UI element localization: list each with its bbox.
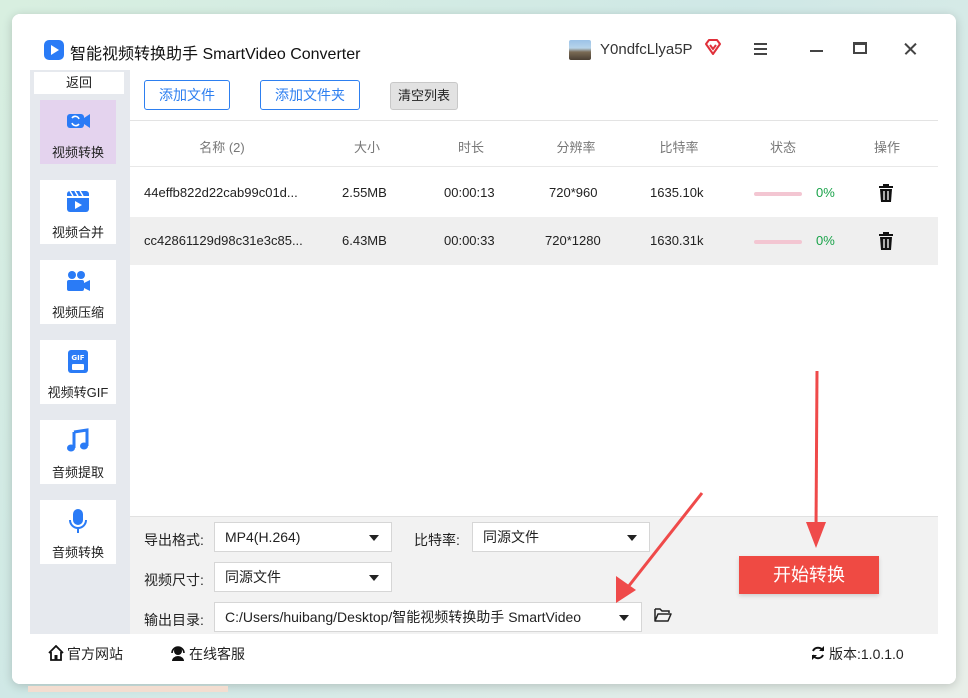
file-name: 44effb822d22cab99c01d... bbox=[144, 185, 298, 200]
size-label: 视频尺寸: bbox=[144, 572, 204, 588]
version-label: 版本:1.0.1.0 bbox=[829, 646, 904, 662]
sidebar-item-label: 音频转换 bbox=[51, 545, 104, 560]
official-website-link[interactable]: 官方网站 bbox=[48, 644, 123, 664]
format-label: 导出格式: bbox=[144, 532, 204, 548]
headset-icon bbox=[171, 646, 185, 661]
maximize-button[interactable] bbox=[848, 36, 874, 62]
bitrate-select[interactable]: 同源文件 bbox=[472, 522, 650, 552]
sidebar-item-label: 视频转GIF bbox=[47, 385, 109, 400]
progress-bar bbox=[754, 192, 802, 196]
background-strip bbox=[28, 686, 228, 692]
column-status: 状态 bbox=[769, 140, 796, 155]
chevron-down-icon bbox=[369, 535, 379, 541]
file-resolution: 720*960 bbox=[549, 185, 598, 200]
title-bar: 智能视频转换助手 SmartVideo Converter Y0ndfcLlya… bbox=[12, 14, 956, 70]
sidebar-item-audio-convert[interactable]: 音频转换 bbox=[40, 500, 116, 564]
progress-bar bbox=[754, 240, 802, 244]
output-dir-select[interactable]: C:/Users/huibang/Desktop/智能视频转换助手 SmartV… bbox=[214, 602, 642, 632]
support-label: 在线客服 bbox=[189, 646, 245, 662]
website-label: 官方网站 bbox=[67, 646, 123, 662]
column-resolution: 分辨率 bbox=[556, 140, 596, 155]
table-header: 名称 (2) 大小 时长 分辨率 比特率 状态 操作 bbox=[130, 121, 938, 167]
sidebar-item-label: 视频合并 bbox=[51, 225, 104, 240]
bitrate-label: 比特率: bbox=[414, 532, 460, 548]
refresh-icon bbox=[812, 646, 824, 660]
file-size: 2.55MB bbox=[342, 185, 387, 200]
table-row[interactable]: 44effb822d22cab99c01d... 2.55MB 00:00:13… bbox=[130, 169, 938, 217]
username[interactable]: Y0ndfcLlya5P bbox=[600, 41, 693, 58]
vip-diamond-icon[interactable] bbox=[704, 38, 722, 56]
start-convert-button[interactable]: 开始转换 bbox=[739, 556, 879, 594]
home-icon bbox=[48, 645, 64, 661]
progress-percent: 0% bbox=[816, 233, 835, 248]
menu-button[interactable] bbox=[748, 36, 774, 62]
online-support-link[interactable]: 在线客服 bbox=[170, 644, 245, 664]
video-convert-icon bbox=[67, 114, 90, 128]
column-action: 操作 bbox=[873, 140, 900, 155]
column-name: 名称 (2) bbox=[199, 140, 245, 155]
version-info[interactable]: 版本:1.0.1.0 bbox=[810, 644, 904, 664]
format-select[interactable]: MP4(H.264) bbox=[214, 522, 392, 552]
chevron-down-icon bbox=[619, 615, 629, 621]
video-compress-icon bbox=[67, 271, 90, 291]
add-file-button[interactable]: 添加文件 bbox=[144, 80, 230, 110]
file-resolution: 720*1280 bbox=[545, 233, 601, 248]
svg-text:GIF: GIF bbox=[71, 354, 84, 362]
sidebar-item-video-compress[interactable]: 视频压缩 bbox=[40, 260, 116, 324]
column-duration: 时长 bbox=[457, 140, 484, 155]
file-table: 名称 (2) 大小 时长 分辨率 比特率 状态 操作 44effb822d22c… bbox=[130, 120, 938, 516]
file-duration: 00:00:13 bbox=[444, 185, 495, 200]
clear-list-button[interactable]: 清空列表 bbox=[390, 82, 458, 110]
file-duration: 00:00:33 bbox=[444, 233, 495, 248]
back-button[interactable]: 返回 bbox=[34, 72, 124, 94]
close-button[interactable] bbox=[898, 36, 924, 62]
video-merge-icon bbox=[67, 190, 89, 212]
size-value: 同源文件 bbox=[225, 569, 281, 585]
file-size: 6.43MB bbox=[342, 233, 387, 248]
app-window: 智能视频转换助手 SmartVideo Converter Y0ndfcLlya… bbox=[12, 14, 956, 684]
column-bitrate: 比特率 bbox=[659, 140, 699, 155]
format-value: MP4(H.264) bbox=[225, 529, 301, 545]
sidebar-item-label: 视频转换 bbox=[51, 145, 104, 160]
file-bitrate: 1630.31k bbox=[650, 233, 704, 248]
column-size: 大小 bbox=[353, 140, 380, 155]
output-dir-value: C:/Users/huibang/Desktop/智能视频转换助手 SmartV… bbox=[225, 609, 582, 625]
bitrate-value: 同源文件 bbox=[483, 529, 539, 545]
avatar[interactable] bbox=[569, 40, 591, 60]
file-name: cc42861129d98c31e3c85... bbox=[144, 233, 303, 248]
minimize-button[interactable] bbox=[804, 36, 830, 62]
file-bitrate: 1635.10k bbox=[650, 185, 704, 200]
table-row[interactable]: cc42861129d98c31e3c85... 6.43MB 00:00:33… bbox=[130, 217, 938, 265]
chevron-down-icon bbox=[627, 535, 637, 541]
gif-icon: GIF bbox=[68, 350, 88, 373]
trash-icon[interactable] bbox=[878, 231, 894, 251]
add-folder-button[interactable]: 添加文件夹 bbox=[260, 80, 360, 110]
sidebar-item-audio-extract[interactable]: 音频提取 bbox=[40, 420, 116, 484]
sidebar-item-label: 视频压缩 bbox=[51, 305, 104, 320]
trash-icon[interactable] bbox=[878, 183, 894, 203]
sidebar-item-video-convert[interactable]: 视频转换 bbox=[40, 100, 116, 164]
sidebar-item-video-merge[interactable]: 视频合并 bbox=[40, 180, 116, 244]
chevron-down-icon bbox=[369, 575, 379, 581]
folder-open-icon[interactable] bbox=[654, 607, 672, 623]
sidebar: 返回 视频转换 视频合并 视频压缩 GIF 视频转GIF 音频提取 音频转换 bbox=[30, 70, 130, 634]
output-dir-label: 输出目录: bbox=[144, 612, 204, 628]
footer: 官方网站 在线客服 版本:1.0.1.0 bbox=[12, 634, 956, 684]
microphone-icon bbox=[69, 509, 87, 533]
sidebar-item-video-gif[interactable]: GIF 视频转GIF bbox=[40, 340, 116, 404]
progress-percent: 0% bbox=[816, 185, 835, 200]
music-note-icon bbox=[67, 428, 89, 452]
size-select[interactable]: 同源文件 bbox=[214, 562, 392, 592]
app-title: 智能视频转换助手 SmartVideo Converter bbox=[70, 46, 361, 63]
app-logo-icon bbox=[44, 40, 64, 60]
sidebar-item-label: 音频提取 bbox=[51, 465, 104, 480]
